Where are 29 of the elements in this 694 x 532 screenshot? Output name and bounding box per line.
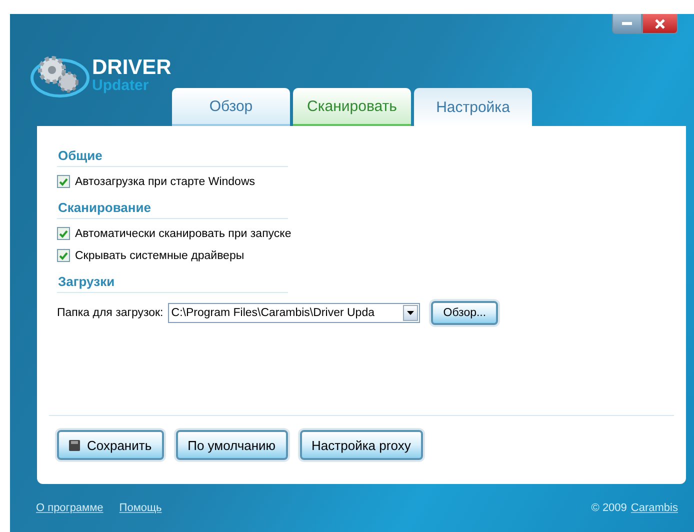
checkbox[interactable] — [57, 249, 70, 262]
tab[interactable]: Настройка — [414, 88, 532, 126]
dropdown-arrow-icon — [407, 311, 414, 315]
field-label: Папка для загрузок: — [57, 307, 164, 319]
section-heading: Общие — [57, 148, 288, 167]
checkbox-label: Скрывать системные драйверы — [75, 250, 244, 262]
action-button[interactable]: Настройка proxy — [300, 430, 423, 460]
checkbox[interactable] — [57, 175, 70, 188]
checkbox-label: Автоматически сканировать при запуске — [75, 228, 292, 240]
close-button[interactable] — [642, 14, 678, 34]
close-icon — [654, 18, 666, 30]
copyright-text: © 2009 — [591, 502, 627, 514]
minimize-icon — [622, 22, 632, 25]
minimize-button[interactable] — [612, 14, 642, 34]
company-link[interactable]: Carambis — [630, 502, 678, 514]
section-heading: Загрузки — [57, 274, 288, 293]
save-button[interactable]: Сохранить — [57, 430, 164, 460]
browse-button[interactable]: Обзор... — [431, 301, 498, 325]
footer-link[interactable]: Помощь — [119, 502, 162, 514]
folder-dropdown[interactable]: C:\Program Files\Carambis\Driver Upda — [168, 303, 420, 323]
tab[interactable]: Обзор — [172, 88, 290, 126]
tab[interactable]: Сканировать — [293, 88, 411, 126]
logo-subtitle: Updater — [92, 78, 150, 93]
checkbox[interactable] — [57, 227, 70, 240]
checkbox-label: Автозагрузка при старте Windows — [75, 176, 256, 188]
section-heading: Сканирование — [57, 200, 288, 219]
footer-link[interactable]: О программе — [36, 502, 104, 514]
logo-title: DRIVER — [92, 57, 172, 78]
action-button[interactable]: По умолчанию — [176, 430, 288, 460]
